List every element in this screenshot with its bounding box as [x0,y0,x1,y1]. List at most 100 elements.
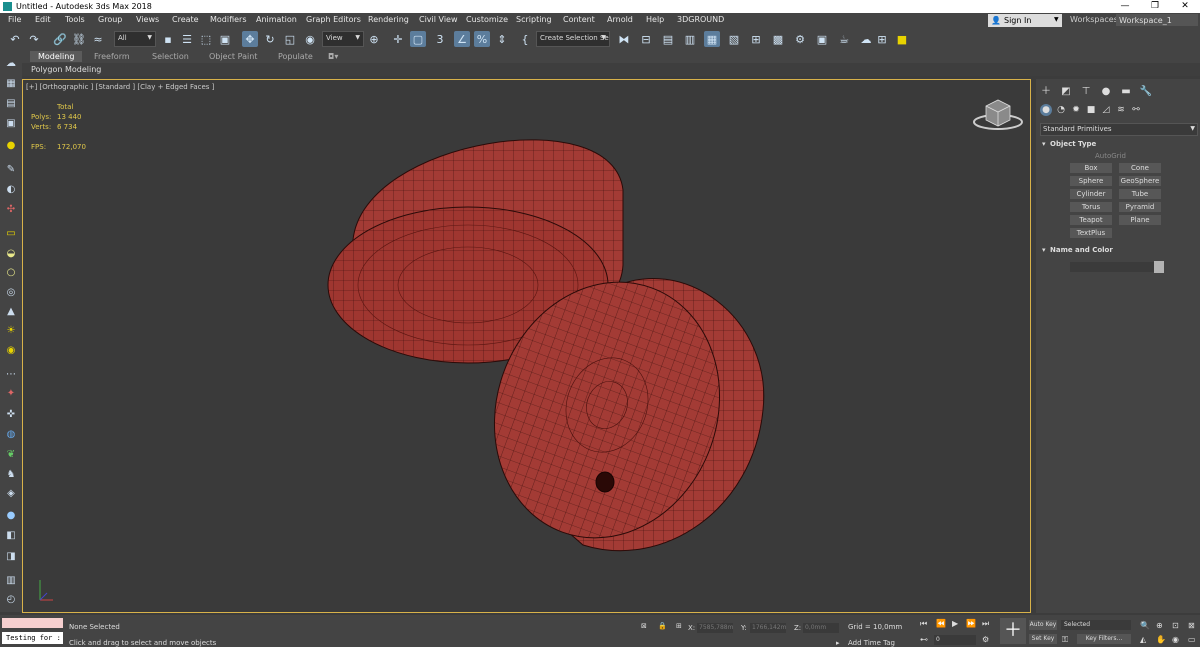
particles-icon[interactable]: ✦ [4,387,18,400]
menu-file[interactable]: File [8,15,21,24]
edit-named-selection-icon[interactable]: { [517,31,533,47]
mesh-render[interactable] [23,80,1031,613]
scene-explorer-icon[interactable]: ☁ [4,57,18,70]
render-iterative-icon[interactable]: ☁ [858,31,874,47]
geometry-icon[interactable]: ● [1040,104,1052,116]
named-selection-dropdown[interactable]: Create Selection Se ▼ [536,31,610,47]
lock-icon[interactable]: ◴ [4,593,18,606]
spinner-snap-icon[interactable]: ⇕ [494,31,510,47]
menu-edit[interactable]: Edit [35,15,51,24]
align-icon[interactable]: ⊟ [638,31,654,47]
selection-filter-dropdown[interactable]: All ▼ [114,31,156,47]
zoom-all-icon[interactable]: ⊕ [1156,621,1163,630]
curve-editor-icon[interactable]: ▧ [726,31,742,47]
layer-explorer-icon[interactable]: ▥ [682,31,698,47]
menu-3dground[interactable]: 3DGROUND [677,15,724,24]
light-icon[interactable]: ● [4,139,18,152]
close-button[interactable]: ✕ [1170,0,1200,13]
key-mode-dropdown[interactable]: Selected [1061,620,1131,630]
circle-icon[interactable]: ◉ [4,344,18,357]
go-to-end-icon[interactable]: ⏭ [982,619,989,629]
orbit-icon[interactable]: ◉ [1172,635,1179,644]
previous-frame-icon[interactable]: ⏪ [936,619,946,628]
polygon-modeling-label[interactable]: Polygon Modeling [31,65,101,74]
percent-snap-icon[interactable]: % [474,31,490,47]
view-cube[interactable] [973,99,1023,130]
object-type-header[interactable]: ▾ Object Type [1040,140,1194,151]
autogrid-checkbox[interactable]: AutoGrid [1095,152,1126,160]
menu-tools[interactable]: Tools [65,15,85,24]
isolate-toggle-icon[interactable]: ⊠ [641,622,647,630]
cylinder-button[interactable]: Cylinder [1070,189,1112,199]
hierarchy-tab-icon[interactable]: ⊤ [1079,85,1093,99]
isolate-icon[interactable]: ▥ [4,574,18,587]
globe-icon[interactable]: ◍ [4,428,18,441]
x-coordinate[interactable]: 7585,788m [697,623,733,633]
zoom-extents-icon[interactable]: ⊡ [1172,621,1179,630]
minimize-button[interactable]: — [1110,0,1140,13]
render-setup-icon[interactable]: ⚙ [792,31,808,47]
menu-rendering[interactable]: Rendering [368,15,409,24]
pan-icon[interactable]: ✋ [1156,635,1166,644]
ribbon-options-icon[interactable]: ◘▾ [328,52,338,61]
next-frame-icon[interactable]: ⏩ [966,619,976,628]
shape-filter-icon[interactable]: ◒ [4,247,18,260]
teapot-button[interactable]: Teapot [1070,215,1112,225]
cone-button[interactable]: Cone [1119,163,1161,173]
scene-explorer-icon[interactable]: ▤ [660,31,676,47]
primitive-category-dropdown[interactable]: Standard Primitives ▼ [1040,123,1198,136]
scale-icon[interactable]: ◱ [282,31,298,47]
play-icon[interactable]: ▶ [952,619,958,628]
unlink-icon[interactable]: ⛓ [71,31,87,47]
select-by-name-icon[interactable]: ☰ [179,31,195,47]
maximize-button[interactable]: ❐ [1140,0,1170,13]
rendered-frame-window-icon[interactable]: ▣ [814,31,830,47]
tube-button[interactable]: Tube [1119,189,1161,199]
sort-icon[interactable]: ▤ [4,97,18,110]
ref-coord-dropdown[interactable]: View ▼ [322,31,364,47]
workspace-dropdown[interactable]: Workspace_1 [1116,14,1198,26]
cone-filter-icon[interactable]: ▲ [4,305,18,318]
bone-icon[interactable]: ✜ [4,408,18,421]
tab-selection[interactable]: Selection [152,52,189,61]
material-editor-icon[interactable]: ▩ [770,31,786,47]
modify-tab-icon[interactable]: ◩ [1059,85,1073,99]
camera-icon[interactable]: ◐ [4,183,18,196]
sphere-button[interactable]: Sphere [1070,176,1112,186]
add-time-tag[interactable]: Add Time Tag [848,639,895,647]
tool-icon[interactable]: ✎ [4,163,18,176]
menu-graph-editors[interactable]: Graph Editors [306,15,361,24]
selection-lock-icon[interactable]: 🔒 [658,622,667,630]
viewport-perspective[interactable]: [+] [Orthographic ] [Standard ] [Clay + … [22,79,1031,613]
lights-icon[interactable]: ✹ [1070,104,1082,116]
field-of-view-icon[interactable]: ◭ [1140,635,1146,644]
box-filter-icon[interactable]: ▭ [4,227,18,240]
rectangular-selection-icon[interactable]: ⬚ [198,31,214,47]
zoom-extents-all-icon[interactable]: ⊠ [1188,621,1195,630]
helpers-icon[interactable]: ◿ [1100,104,1112,116]
pivot-point-icon[interactable]: ⊕ [366,31,382,47]
rotate-icon[interactable]: ↻ [262,31,278,47]
object-color-swatch[interactable] [1154,261,1164,273]
set-key-button[interactable]: Set Key [1029,634,1057,644]
snaps-toggle-icon[interactable]: 3 [432,31,448,47]
time-tag-icon[interactable]: ▸ [836,639,840,647]
select-manipulate-icon[interactable]: ✛ [390,31,406,47]
motion-tab-icon[interactable]: ● [1099,85,1113,99]
y-coordinate[interactable]: 1766,142m [750,623,786,633]
maximize-viewport-icon[interactable]: ▭ [1188,635,1196,644]
create-tab-icon[interactable]: ＋ [1039,85,1053,99]
ribbon-toggle-icon[interactable]: ▦ [704,31,720,47]
helper-icon[interactable]: ✣ [4,203,18,216]
hierarchy-icon[interactable]: ▣ [4,117,18,130]
menu-help[interactable]: Help [646,15,664,24]
plant-icon[interactable]: ❦ [4,448,18,461]
cameras-icon[interactable]: ■ [1085,104,1097,116]
tab-object-paint[interactable]: Object Paint [209,52,257,61]
systems-icon[interactable]: ⚯ [1130,104,1142,116]
link-icon[interactable]: 🔗 [52,31,68,47]
render-in-cloud-icon[interactable]: ⊞ [874,31,890,47]
sphere-icon[interactable]: ● [4,509,18,522]
absolute-mode-icon[interactable]: ⊞ [676,622,682,630]
utilities-tab-icon[interactable]: 🔧 [1139,85,1153,99]
